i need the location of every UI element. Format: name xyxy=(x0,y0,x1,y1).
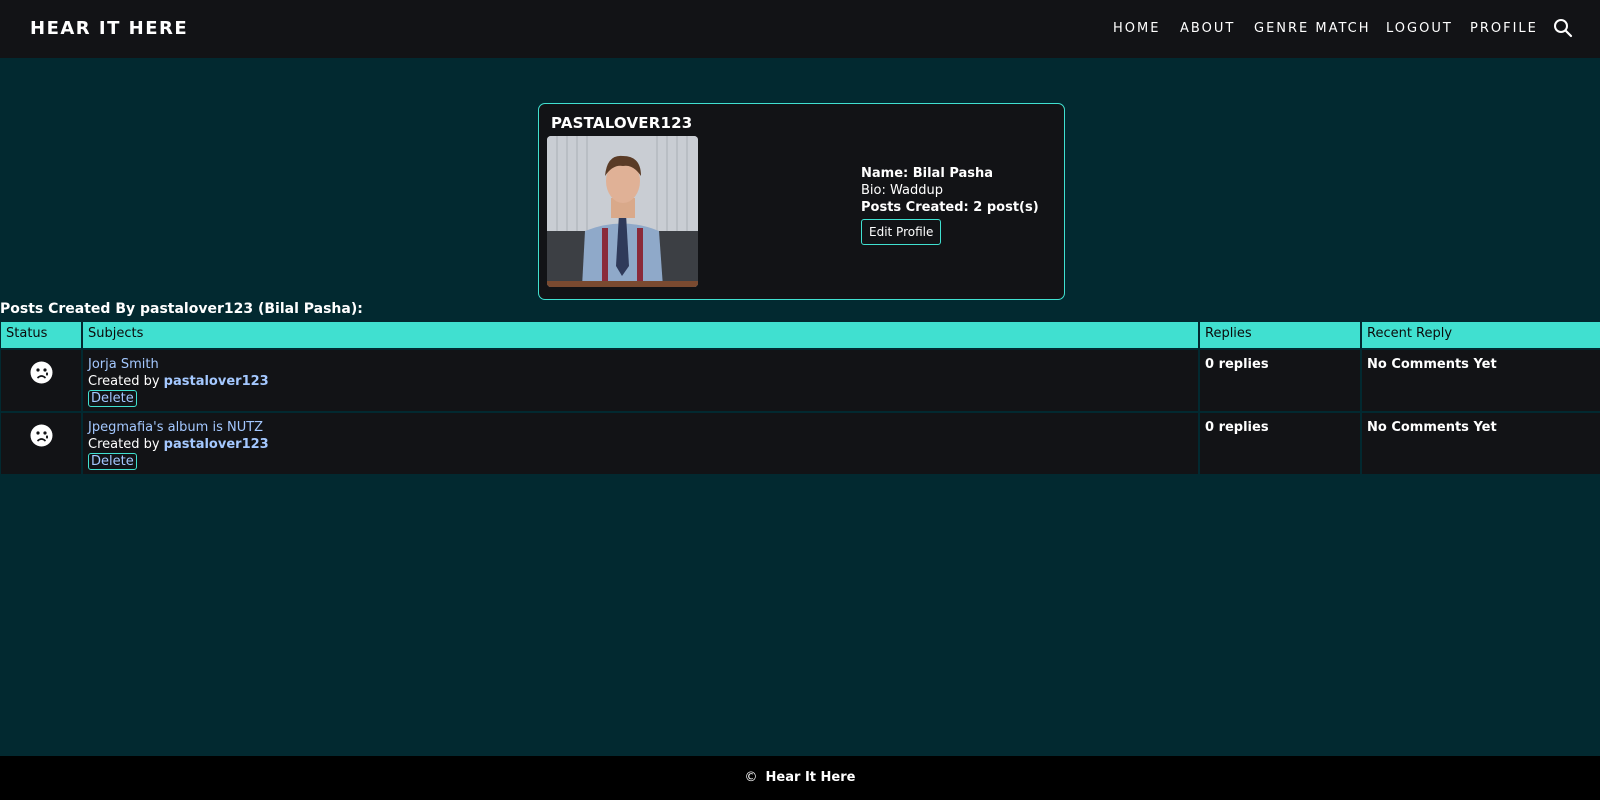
profile-avatar xyxy=(547,136,698,287)
subject-cell: Jpegmafia's album is NUTZ Created by pas… xyxy=(83,413,1198,474)
delete-post-button[interactable]: Delete xyxy=(88,390,137,407)
author-link[interactable]: pastalover123 xyxy=(164,374,269,389)
delete-post-button[interactable]: Delete xyxy=(88,453,137,470)
status-cell xyxy=(1,413,81,474)
table-row: Jorja Smith Created by pastalover123 Del… xyxy=(0,349,1600,412)
replies-count: 0 replies xyxy=(1200,413,1360,474)
edit-profile-button[interactable]: Edit Profile xyxy=(861,219,942,245)
profile-card: PASTALOVER123 Name: Bilal Pasha Bio: Wad… xyxy=(538,103,1065,300)
profile-bio: Bio: Waddup xyxy=(861,183,943,198)
profile-name: Name: Bilal Pasha xyxy=(861,166,994,181)
footer-site-name: Hear It Here xyxy=(765,770,856,785)
footer: © Hear It Here xyxy=(0,756,1600,800)
table-row: Jpegmafia's album is NUTZ Created by pas… xyxy=(0,412,1600,475)
post-title-link[interactable]: Jpegmafia's album is NUTZ xyxy=(88,419,1193,436)
created-by-label: Created by xyxy=(88,437,160,452)
sad-face-icon xyxy=(30,361,53,384)
table-header-row: Status Subjects Replies Recent Reply xyxy=(0,322,1600,349)
search-icon[interactable] xyxy=(1553,18,1573,38)
header-replies: Replies xyxy=(1200,322,1360,348)
recent-reply: No Comments Yet xyxy=(1362,350,1600,411)
nav-logout-link[interactable]: LOGOUT xyxy=(1386,21,1453,36)
subject-cell: Jorja Smith Created by pastalover123 Del… xyxy=(83,350,1198,411)
post-title-link[interactable]: Jorja Smith xyxy=(88,356,1193,373)
recent-reply: No Comments Yet xyxy=(1362,413,1600,474)
posts-heading: Posts Created By pastalover123 (Bilal Pa… xyxy=(0,301,363,317)
top-navbar: HEAR IT HERE HOME ABOUT GENRE MATCH LOGO… xyxy=(0,0,1600,58)
nav-links: HOME ABOUT GENRE MATCH LOGOUT PROFILE xyxy=(0,21,1600,39)
created-by-label: Created by xyxy=(88,374,160,389)
sad-face-icon xyxy=(30,424,53,447)
nav-about-link[interactable]: ABOUT xyxy=(1180,21,1235,36)
author-link[interactable]: pastalover123 xyxy=(164,437,269,452)
footer-text: © Hear It Here xyxy=(0,770,1600,785)
profile-info: Name: Bilal Pasha Bio: Waddup Posts Crea… xyxy=(861,165,1039,216)
nav-home-link[interactable]: HOME xyxy=(1113,21,1160,36)
post-meta: Created by pastalover123 xyxy=(88,373,1193,390)
nav-genre-match-link[interactable]: GENRE MATCH xyxy=(1254,21,1371,36)
post-meta: Created by pastalover123 xyxy=(88,436,1193,453)
nav-profile-link[interactable]: PROFILE xyxy=(1470,21,1538,36)
copyright-symbol: © xyxy=(744,770,758,785)
profile-post-count: Posts Created: 2 post(s) xyxy=(861,200,1039,215)
posts-table: Status Subjects Replies Recent Reply Jor… xyxy=(0,322,1600,475)
profile-username: PASTALOVER123 xyxy=(551,114,693,132)
status-cell xyxy=(1,350,81,411)
replies-count: 0 replies xyxy=(1200,350,1360,411)
header-status: Status xyxy=(1,322,81,348)
header-subjects: Subjects xyxy=(83,322,1198,348)
header-recent-reply: Recent Reply xyxy=(1362,322,1600,348)
